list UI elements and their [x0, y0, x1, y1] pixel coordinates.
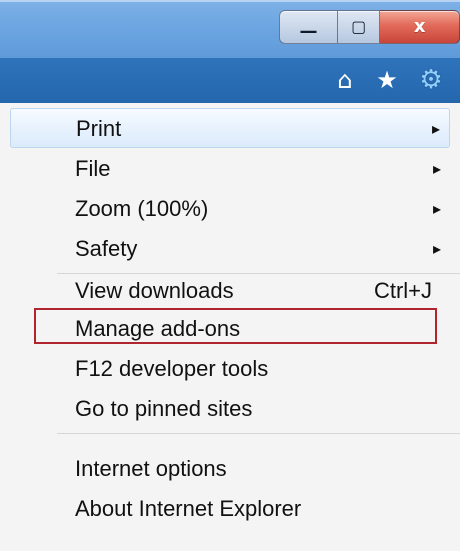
- home-icon[interactable]: ⌂: [330, 65, 360, 95]
- menu-item-view-downloads[interactable]: View downloads Ctrl+J: [0, 271, 460, 311]
- menu-item-label: Print: [76, 116, 122, 141]
- maximize-button[interactable]: ▢: [338, 10, 381, 44]
- menu-item-label: Internet options: [75, 456, 227, 481]
- menu-separator: [57, 433, 460, 434]
- menu-item-label: Zoom (100%): [75, 196, 209, 221]
- tools-gear-glyph: ⚙: [419, 65, 443, 95]
- menu-item-safety[interactable]: Safety ▸: [0, 229, 460, 269]
- menu-item-label: Go to pinned sites: [75, 396, 253, 421]
- maximize-icon: ▢: [351, 17, 367, 36]
- menu-item-label: File: [75, 156, 111, 181]
- submenu-arrow-icon: ▸: [431, 119, 440, 138]
- tools-gear-icon[interactable]: ⚙: [416, 65, 446, 95]
- menu-item-shortcut: Ctrl+J: [373, 278, 432, 303]
- menu-item-label: F12 developer tools: [75, 356, 269, 381]
- menu-item-about-internet-explorer[interactable]: About Internet Explorer: [0, 489, 460, 529]
- close-button[interactable]: x: [380, 10, 460, 44]
- window-controls: — ▢ x: [279, 10, 460, 44]
- menu-item-label: Manage add-ons: [75, 316, 241, 341]
- home-glyph: ⌂: [337, 66, 353, 94]
- window-titlebar: — ▢ x: [0, 0, 460, 58]
- menu-item-internet-options[interactable]: Internet options: [0, 449, 460, 489]
- submenu-arrow-icon: ▸: [432, 239, 441, 258]
- menu-item-print[interactable]: Print ▸: [10, 108, 450, 148]
- favorites-star-glyph: ★: [376, 66, 398, 94]
- menu-item-label: Safety: [75, 236, 138, 261]
- favorites-star-icon[interactable]: ★: [372, 65, 402, 95]
- submenu-arrow-icon: ▸: [432, 159, 441, 178]
- browser-toolbar: ⌂ ★ ⚙: [0, 58, 460, 103]
- menu-item-file[interactable]: File ▸: [0, 149, 460, 189]
- menu-item-go-to-pinned-sites[interactable]: Go to pinned sites: [0, 389, 460, 429]
- menu-item-label: About Internet Explorer: [75, 496, 302, 521]
- ie-tools-menu-screenshot: — ▢ x ⌂ ★ ⚙ Print ▸ File ▸ Zoom (100%) ▸…: [0, 0, 460, 551]
- tools-menu: Print ▸ File ▸ Zoom (100%) ▸ Safety ▸ Vi…: [0, 103, 460, 551]
- menu-item-label: View downloads: [75, 278, 234, 303]
- close-icon: x: [413, 15, 426, 37]
- menu-item-zoom[interactable]: Zoom (100%) ▸: [0, 189, 460, 229]
- submenu-arrow-icon: ▸: [432, 199, 441, 218]
- menu-item-manage-add-ons[interactable]: Manage add-ons: [0, 309, 460, 349]
- menu-item-f12-developer-tools[interactable]: F12 developer tools: [0, 349, 460, 389]
- minimize-icon: —: [299, 21, 318, 42]
- minimize-button[interactable]: —: [279, 10, 339, 44]
